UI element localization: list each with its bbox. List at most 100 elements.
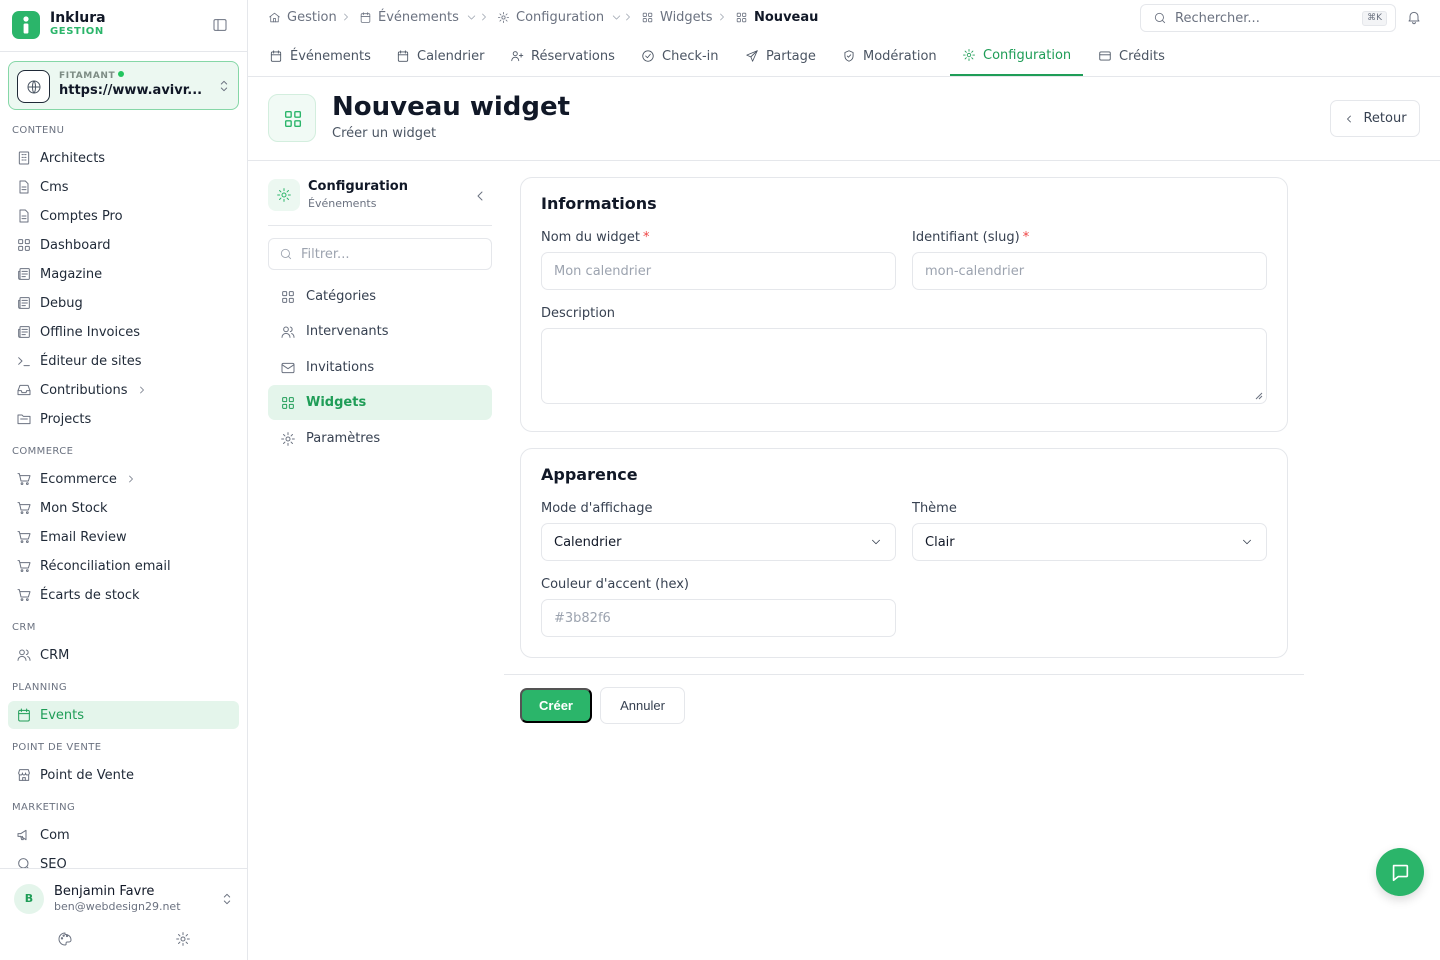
config-nav-item-widgets[interactable]: Widgets [268,385,492,420]
grid-icon [282,396,294,409]
breadcrumb-item-nouveau: Nouveau [735,0,818,34]
back-button-label: Retour [1363,111,1407,126]
sidebar-item-architects[interactable]: Architects [8,144,239,172]
chevron-right-icon [128,475,133,483]
filter-input[interactable]: Filtrer... [268,238,492,270]
config-nav-item-parametres[interactable]: Paramètres [268,421,492,456]
chevron-up-down-icon [216,78,232,94]
chevron-right-icon [720,13,724,21]
sidebar-item-comptes-pro[interactable]: Comptes Pro [8,202,239,230]
widget-grid-icon [268,94,316,142]
sidebar-item-com[interactable]: Com [8,821,239,849]
calendar-icon [397,50,409,62]
sidebar-toggle-icon[interactable] [212,17,228,33]
sidebar-item-contributions[interactable]: Contributions [8,376,239,404]
widget-name-input[interactable]: Mon calendrier [541,252,896,290]
section-title-point-de-vente: POINT DE VENTE [12,742,102,753]
sidebar-item-label: Écarts de stock [40,587,140,603]
bell-icon[interactable] [1406,9,1422,25]
send-icon [746,50,758,62]
sidebar-item-crm[interactable]: CRM [8,641,239,669]
sidebar-item-mon-stock[interactable]: Mon Stock [8,494,239,522]
palette-icon[interactable] [57,931,73,947]
tab-check-in[interactable]: Check-in [629,36,731,76]
sidebar-item-ecommerce[interactable]: Ecommerce [8,465,239,493]
tab-configuration[interactable]: Configuration [950,36,1084,76]
file-icon [19,209,29,223]
config-nav-label: Paramètres [306,431,381,446]
gear-icon [268,179,300,211]
tab-evenements[interactable]: Événements [257,36,383,76]
widget-name-label: Nom du widget * [541,230,649,245]
config-nav-item-categories[interactable]: Catégories [268,279,492,314]
breadcrumb-label: Widgets [660,9,713,25]
grid-icon [18,239,30,251]
breadcrumb-item-widgets[interactable]: Widgets [641,0,713,34]
inbox-icon [17,384,31,396]
breadcrumb-item-gestion[interactable]: Gestion [268,0,337,34]
config-nav-item-intervenants[interactable]: Intervenants [268,314,492,349]
config-nav-subtitle: Événements [308,197,377,210]
organization-switcher[interactable]: FITAMANT https://www.avivr... [8,61,239,110]
sidebar-item-events[interactable]: Events [8,701,239,729]
user-name: Benjamin Favre [54,884,155,899]
filter-placeholder: Filtrer... [301,246,350,262]
create-button[interactable]: Créer [520,688,592,723]
description-textarea[interactable] [541,328,1267,404]
sidebar-item-reconciliation-email[interactable]: Réconciliation email [8,552,239,580]
newspaper-icon [18,326,30,338]
app-logo[interactable] [12,11,40,39]
user-menu[interactable]: B Benjamin Favre ben@webdesign29.net [0,868,247,960]
sidebar-item-offline-invoices[interactable]: Offline Invoices [8,318,239,346]
search-icon [280,248,292,260]
sidebar-item-dashboard[interactable]: Dashboard [8,231,239,259]
accent-color-input[interactable]: #3b82f6 [541,599,896,637]
newspaper-icon [18,268,30,280]
tab-calendrier[interactable]: Calendrier [384,36,496,76]
accent-color-label: Couleur d'accent (hex) [541,577,689,592]
sidebar-item-label: Dashboard [40,237,111,253]
sidebar-item-point-de-vente[interactable]: Point de Vente [8,761,239,789]
chat-button[interactable] [1376,848,1424,896]
grid-icon [642,12,653,22]
theme-label: Thème [912,501,957,516]
display-mode-select[interactable]: Calendrier [541,523,896,561]
building-icon [18,151,30,165]
sidebar-item-debug[interactable]: Debug [8,289,239,317]
sidebar-item-magazine[interactable]: Magazine [8,260,239,288]
sidebar-item-label: Éditeur de sites [40,353,142,369]
config-nav-item-invitations[interactable]: Invitations [268,350,492,385]
config-nav-label: Invitations [306,360,375,375]
breadcrumb-item-evenements[interactable]: Événements [359,0,484,34]
slug-placeholder: mon-calendrier [925,263,1025,279]
collapse-chevron-icon[interactable] [472,188,488,204]
section-title-commerce: COMMERCE [12,446,74,457]
slug-input[interactable]: mon-calendrier [912,252,1267,290]
settings-icon[interactable] [175,931,191,947]
theme-value: Clair [925,534,955,550]
section-title-marketing: MARKETING [12,802,76,813]
sidebar-item-label: Comptes Pro [40,208,123,224]
tab-reservations[interactable]: Réservations [498,36,627,76]
tab-credits[interactable]: Crédits [1086,36,1177,76]
theme-select[interactable]: Clair [912,523,1267,561]
tab-partage[interactable]: Partage [733,36,828,76]
breadcrumb-item-configuration[interactable]: Configuration [497,0,629,34]
calendar-icon [270,50,282,62]
breadcrumb-label: Nouveau [754,9,819,25]
back-button[interactable]: Retour [1330,100,1420,137]
informations-card: Informations Nom du widget * Mon calendri… [520,177,1288,432]
cancel-button[interactable]: Annuler [600,687,685,724]
gear-icon [963,49,975,61]
sidebar-item-cms[interactable]: Cms [8,173,239,201]
cart-icon [17,560,31,573]
sidebar-item-editeur-de-sites[interactable]: Éditeur de sites [8,347,239,375]
tab-moderation[interactable]: Modération [830,36,949,76]
sidebar-item-label: CRM [40,647,70,663]
sidebar-item-projects[interactable]: Projects [8,405,239,433]
sidebar-item-ecarts-de-stock[interactable]: Écarts de stock [8,581,239,609]
sidebar-item-email-review[interactable]: Email Review [8,523,239,551]
sidebar-item-label: Email Review [40,529,127,545]
resize-grip-icon[interactable] [1255,392,1263,400]
search-input[interactable]: Rechercher... ⌘K [1140,4,1396,32]
